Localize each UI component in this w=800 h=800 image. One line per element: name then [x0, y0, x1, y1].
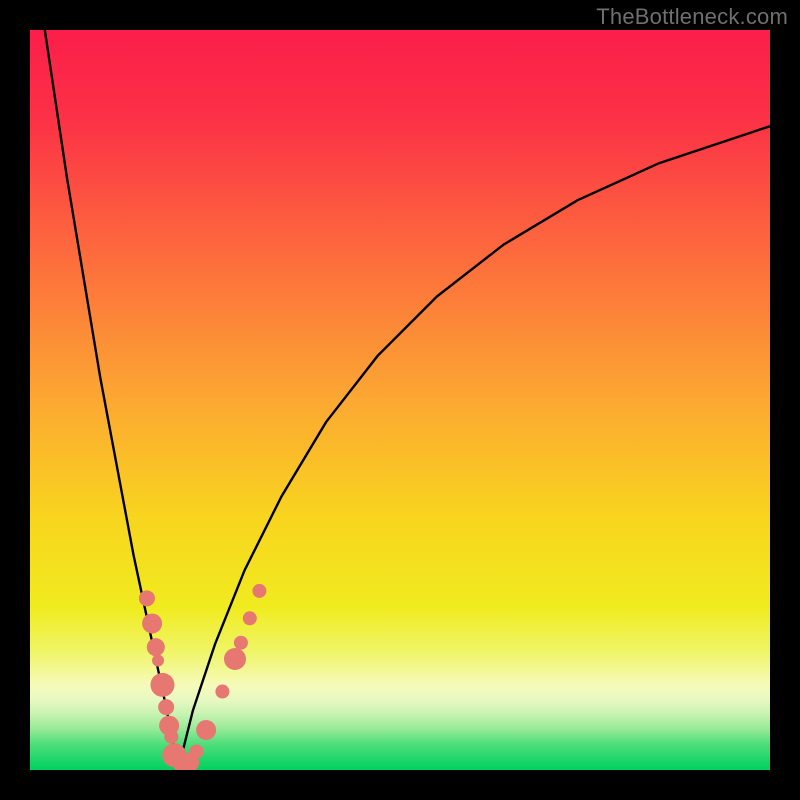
data-marker: [147, 638, 165, 656]
data-marker: [196, 720, 216, 740]
chart-frame: TheBottleneck.com: [0, 0, 800, 800]
right-branch-curve: [178, 126, 770, 770]
marker-group: [139, 584, 266, 770]
data-marker: [164, 730, 178, 744]
data-marker: [142, 613, 162, 633]
data-marker: [224, 648, 246, 670]
data-marker: [139, 590, 155, 606]
watermark-text: TheBottleneck.com: [596, 4, 788, 30]
data-marker: [234, 636, 248, 650]
data-marker: [243, 611, 257, 625]
curve-layer: [30, 30, 770, 770]
data-marker: [150, 673, 174, 697]
data-marker: [215, 685, 229, 699]
data-marker: [152, 654, 164, 666]
plot-area: [30, 30, 770, 770]
data-marker: [252, 584, 266, 598]
data-marker: [158, 699, 174, 715]
data-marker: [190, 745, 204, 759]
